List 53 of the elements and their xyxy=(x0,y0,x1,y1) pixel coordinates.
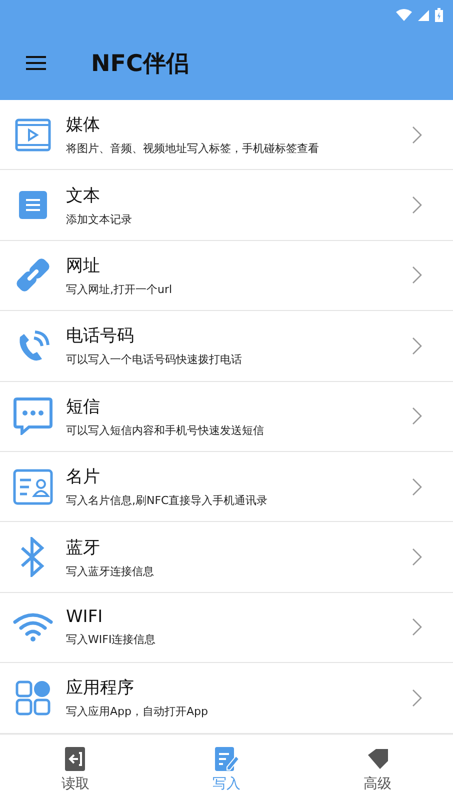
item-description: 写入名片信息,刷NFC直接导入手机通讯录 xyxy=(66,493,269,508)
item-title: 文本 xyxy=(66,184,101,207)
chevron-icon xyxy=(412,478,422,496)
item-description: 写入蓝牙连接信息 xyxy=(66,564,155,579)
list-item[interactable]: WIFI 写入WIFI连接信息 xyxy=(0,592,453,664)
chevron-icon xyxy=(412,336,422,355)
chevron-icon xyxy=(412,688,422,707)
nav-tab[interactable]: 高级 xyxy=(302,735,453,805)
bluetooth-icon xyxy=(19,537,47,578)
chevron-icon xyxy=(412,618,422,636)
item-title: 媒体 xyxy=(66,114,101,136)
item-description: 可以写入短信内容和手机号快速发送短信 xyxy=(66,422,265,438)
item-description: 将图片、音频、视频地址写入标签，手机碰标签查看 xyxy=(66,141,320,156)
cell-signal-icon xyxy=(418,10,429,20)
tag-icon xyxy=(366,747,390,771)
item-title: 短信 xyxy=(66,396,101,418)
item-description: 写入应用App，自动打开App xyxy=(66,704,209,720)
document-icon xyxy=(19,191,47,220)
item-description: 添加文本记录 xyxy=(66,212,133,227)
wifi-icon xyxy=(13,612,53,642)
list-item[interactable]: 网址 写入网址,打开一个url xyxy=(0,240,453,312)
chevron-icon xyxy=(412,126,422,144)
item-title: 网址 xyxy=(66,254,101,277)
chevron-icon xyxy=(412,548,422,566)
list-item[interactable]: 电话号码 可以写入一个电话号码快速拨打电话 xyxy=(0,311,453,382)
item-description: 可以写入一个电话号码快速拨打电话 xyxy=(66,352,243,368)
edit-icon xyxy=(214,747,238,771)
item-description: 写入WIFI连接信息 xyxy=(66,632,157,648)
chat-bubble-icon xyxy=(13,397,53,436)
list-item[interactable]: 短信 可以写入短信内容和手机号快速发送短信 xyxy=(0,382,453,452)
apps-grid-icon xyxy=(15,680,51,716)
chevron-icon xyxy=(412,407,422,426)
item-title: 蓝牙 xyxy=(66,536,101,559)
app-title: NFC伴侣 xyxy=(91,50,189,78)
list-item[interactable]: 应用程序 写入应用App，自动打开App xyxy=(0,663,453,734)
exit-icon xyxy=(64,747,86,771)
item-title: 应用程序 xyxy=(66,677,135,700)
chevron-icon xyxy=(412,196,422,214)
contact-card-icon xyxy=(13,468,53,505)
item-description: 写入网址,打开一个url xyxy=(66,282,174,297)
wifi-signal-icon xyxy=(396,9,412,21)
item-title: 电话号码 xyxy=(66,325,135,348)
chevron-icon xyxy=(412,266,422,284)
battery-icon xyxy=(435,8,443,22)
list-item[interactable]: 蓝牙 写入蓝牙连接信息 xyxy=(0,522,453,593)
list-item[interactable]: 名片 写入名片信息,刷NFC直接导入手机通讯录 xyxy=(0,452,453,522)
nav-tab[interactable]: 读取 xyxy=(0,735,151,805)
video-icon xyxy=(15,116,51,153)
menu-icon[interactable] xyxy=(26,56,46,70)
list-item[interactable]: 文本 添加文本记录 xyxy=(0,170,453,241)
item-title: 名片 xyxy=(66,466,101,488)
item-title: WIFI xyxy=(66,607,104,628)
list-item[interactable]: 媒体 将图片、音频、视频地址写入标签，手机碰标签查看 xyxy=(0,100,453,170)
